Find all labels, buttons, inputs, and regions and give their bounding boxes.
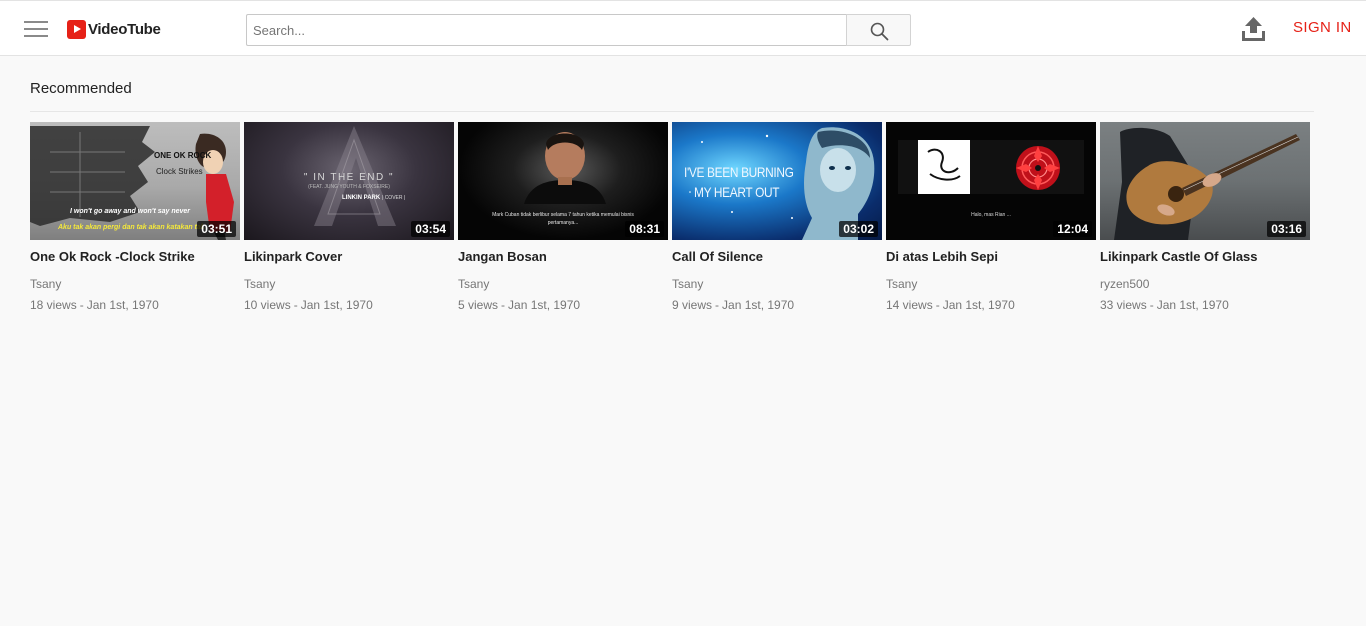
video-card[interactable]: 03:16 Likinpark Castle Of Glass ryzen500… (1100, 122, 1310, 312)
video-duration: 03:51 (197, 221, 236, 237)
upload-date: Jan 1st, 1970 (722, 298, 795, 312)
video-thumbnail[interactable]: 03:16 (1100, 122, 1310, 240)
channel-name[interactable]: Tsany (30, 277, 240, 291)
upload-icon (1242, 17, 1265, 41)
search-icon (870, 22, 889, 41)
video-title[interactable]: Likinpark Cover (244, 249, 454, 264)
video-title[interactable]: Di atas Lebih Sepi (886, 249, 1096, 264)
hamburger-menu-icon[interactable] (24, 21, 48, 39)
upload-date: Jan 1st, 1970 (300, 298, 373, 312)
video-duration: 08:31 (625, 221, 664, 237)
video-meta: 18 views - Jan 1st, 1970 (30, 298, 240, 312)
video-meta: 5 views - Jan 1st, 1970 (458, 298, 668, 312)
video-card[interactable]: ONE OK ROCK Clock Strikes I won't go awa… (30, 122, 240, 312)
upload-date: Jan 1st, 1970 (508, 298, 581, 312)
thumbnail-caption: I won't go away and won't say never (70, 208, 191, 215)
channel-name[interactable]: Tsany (458, 277, 668, 291)
upload-date: Jan 1st, 1970 (1156, 298, 1229, 312)
thumbnail-text: ONE OK ROCK (154, 151, 212, 160)
video-card[interactable]: I'VE BEEN BURNING MY HEART OUT 03:02 Cal… (672, 122, 882, 312)
video-thumbnail[interactable]: Mark Cuban tidak berlibur selama 7 tahun… (458, 122, 668, 240)
video-title[interactable]: One Ok Rock -Clock Strike (30, 249, 240, 264)
thumbnail-caption: Aku tak akan pergi dan tak akan katakan … (58, 224, 205, 231)
video-thumbnail[interactable]: I'VE BEEN BURNING MY HEART OUT 03:02 (672, 122, 882, 240)
video-meta: 9 views - Jan 1st, 1970 (672, 298, 882, 312)
sign-in-button[interactable]: SIGN IN (1293, 19, 1352, 36)
video-card[interactable]: " IN THE END " (FEAT. JUNG YOUTH & FOXSE… (244, 122, 454, 312)
thumbnail-text: LINKIN PARK (342, 195, 381, 201)
meta-separator: - (935, 298, 940, 312)
section-divider (30, 111, 1314, 112)
meta-separator: - (293, 298, 298, 312)
play-logo-icon (67, 19, 86, 39)
thumbnail-text: Clock Strikes (156, 167, 203, 176)
logo-text: VideoTube (88, 20, 161, 38)
view-count: 18 views (30, 298, 77, 312)
top-bar: VideoTube SIGN IN (0, 0, 1366, 56)
video-title[interactable]: Jangan Bosan (458, 249, 668, 264)
video-thumbnail[interactable]: ONE OK ROCK Clock Strikes I won't go awa… (30, 122, 240, 240)
thumbnail-text: | COVER | (382, 195, 406, 201)
meta-separator: - (79, 298, 84, 312)
view-count: 33 views (1100, 298, 1147, 312)
video-duration: 12:04 (1053, 221, 1092, 237)
video-title[interactable]: Call Of Silence (672, 249, 882, 264)
video-duration: 03:16 (1267, 221, 1306, 237)
logo[interactable]: VideoTube (67, 19, 161, 39)
video-thumbnail[interactable]: Halo, mas Rian ... 12:04 (886, 122, 1096, 240)
channel-name[interactable]: Tsany (886, 277, 1096, 291)
thumbnail-text: Mark Cuban tidak berlibur selama 7 tahun… (492, 212, 634, 218)
video-card[interactable]: Mark Cuban tidak berlibur selama 7 tahun… (458, 122, 668, 312)
thumbnail-text: (FEAT. JUNG YOUTH & FOXSEIRE) (308, 184, 390, 190)
search-button[interactable] (846, 14, 911, 46)
search-input[interactable] (246, 14, 847, 46)
section-title: Recommended (30, 80, 132, 97)
video-meta: 14 views - Jan 1st, 1970 (886, 298, 1096, 312)
upload-date: Jan 1st, 1970 (86, 298, 159, 312)
view-count: 10 views (244, 298, 291, 312)
video-thumbnail[interactable]: " IN THE END " (FEAT. JUNG YOUTH & FOXSE… (244, 122, 454, 240)
video-duration: 03:02 (839, 221, 878, 237)
video-meta: 33 views - Jan 1st, 1970 (1100, 298, 1310, 312)
meta-separator: - (715, 298, 720, 312)
thumbnail-text: " IN THE END " (303, 172, 395, 183)
channel-name[interactable]: ryzen500 (1100, 277, 1310, 291)
video-meta: 10 views - Jan 1st, 1970 (244, 298, 454, 312)
view-count: 14 views (886, 298, 933, 312)
meta-separator: - (1149, 298, 1154, 312)
video-card[interactable]: Halo, mas Rian ... 12:04 Di atas Lebih S… (886, 122, 1096, 312)
channel-name[interactable]: Tsany (244, 277, 454, 291)
video-title[interactable]: Likinpark Castle Of Glass (1100, 249, 1310, 264)
video-duration: 03:54 (411, 221, 450, 237)
thumbnail-text: MY HEART OUT (694, 184, 780, 200)
channel-name[interactable]: Tsany (672, 277, 882, 291)
thumbnail-text: I'VE BEEN BURNING (684, 164, 794, 180)
upload-date: Jan 1st, 1970 (942, 298, 1015, 312)
upload-button[interactable] (1240, 15, 1267, 43)
meta-separator: - (501, 298, 506, 312)
thumbnail-text: Halo, mas Rian ... (971, 212, 1011, 218)
view-count: 9 views (672, 298, 713, 312)
view-count: 5 views (458, 298, 499, 312)
